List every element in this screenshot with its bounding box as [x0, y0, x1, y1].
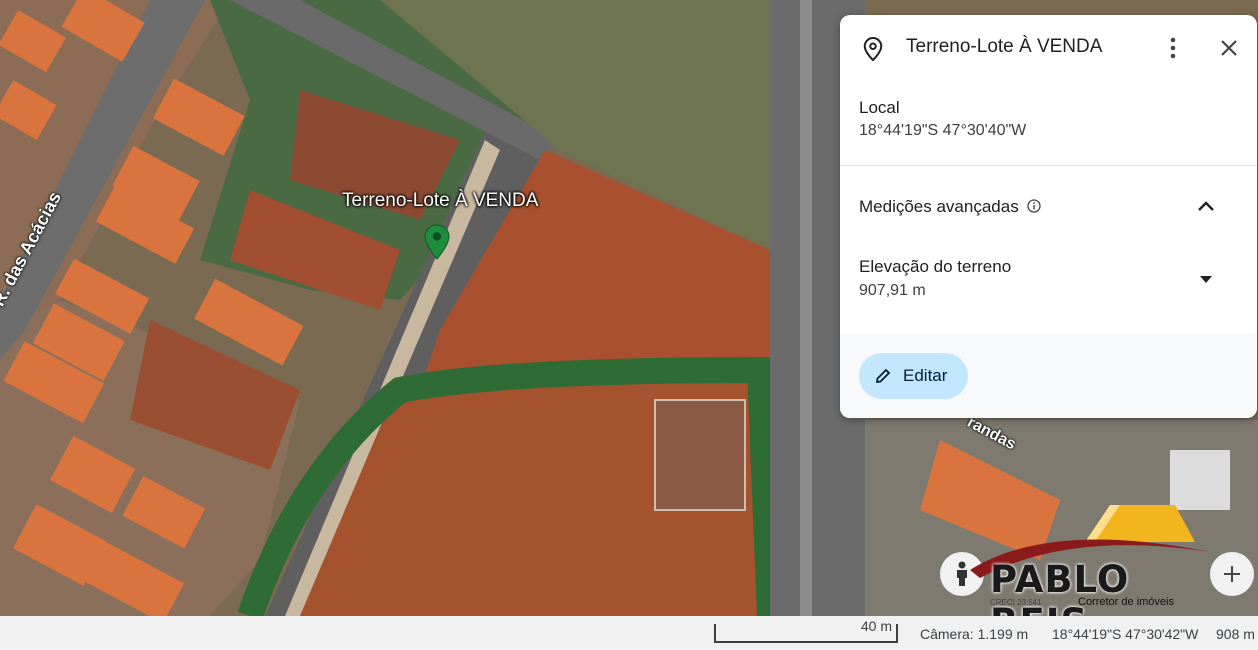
plus-icon [1224, 566, 1240, 582]
camera-altitude: Câmera: 1.199 m [920, 626, 1029, 642]
panel-title: Terreno-Lote À VENDA [906, 36, 1103, 57]
placemark-label[interactable]: Terreno-Lote À VENDA [342, 190, 538, 212]
close-icon[interactable] [1215, 34, 1243, 62]
edit-button[interactable]: Editar [859, 353, 968, 399]
cursor-elevation: 908 m [1216, 626, 1255, 642]
panel-header: Terreno-Lote À VENDA [840, 15, 1257, 81]
panel-divider [840, 165, 1257, 166]
pencil-icon [875, 368, 891, 384]
scale-label: 40 m [860, 618, 892, 634]
watermark-logo: PABLO REIS CRECI 23.541 Corretor de imóv… [970, 500, 1220, 644]
local-coordinates: 18°44'19"S 47°30'40"W [859, 122, 1027, 139]
scale-bar[interactable]: 40 m [714, 618, 898, 643]
more-options-icon[interactable] [1159, 34, 1187, 62]
cursor-coordinates: 18°44'19"S 47°30'42"W [1052, 626, 1199, 642]
edit-button-label: Editar [903, 366, 948, 385]
dropdown-arrow-icon[interactable] [1200, 276, 1212, 284]
advanced-measurements-toggle[interactable]: Medições avançadas [840, 185, 1257, 229]
status-bar: 40 m Câmera: 1.199 m 18°44'19"S 47°30'42… [0, 616, 1258, 650]
chevron-up-icon[interactable] [1197, 200, 1215, 212]
info-icon[interactable] [1027, 199, 1041, 213]
place-info-panel: Terreno-Lote À VENDA Local 18°44'19"S 47… [840, 15, 1257, 418]
watermark-creci: CRECI 23.541 [990, 598, 1042, 607]
watermark-subtitle: Corretor de imóveis [1078, 596, 1174, 608]
elevation-row[interactable]: Elevação do terreno 907,91 m [840, 251, 1257, 311]
advanced-measurements-label: Medições avançadas [859, 197, 1019, 216]
elevation-label: Elevação do terreno [859, 257, 1012, 276]
local-label: Local [859, 98, 900, 117]
elevation-value: 907,91 m [859, 282, 926, 299]
placemark-pin-icon[interactable] [424, 224, 450, 260]
location-pin-icon [863, 36, 883, 62]
person-icon [957, 561, 967, 586]
